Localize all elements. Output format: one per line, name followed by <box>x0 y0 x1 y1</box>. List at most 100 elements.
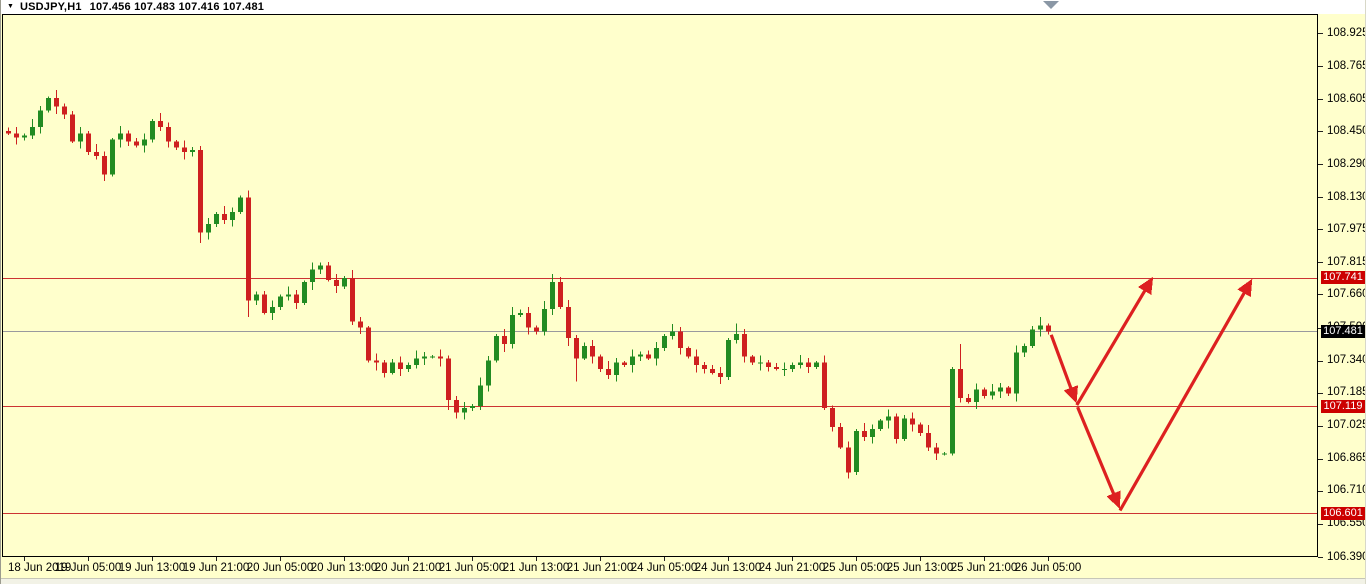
candle-body <box>830 408 835 427</box>
candle-body <box>38 111 43 128</box>
candle-body <box>934 448 939 454</box>
candle-body <box>838 427 843 448</box>
forecast-arrow[interactable] <box>1078 407 1119 505</box>
time-axis-tick <box>152 557 153 561</box>
candle-body <box>422 357 427 359</box>
forecast-arrow[interactable] <box>1051 335 1075 400</box>
mt4-chart-window: ▼ USDJPY,H1 107.456 107.483 107.416 107.… <box>0 0 1366 584</box>
candle-body <box>438 357 443 359</box>
candle-body <box>382 363 387 373</box>
candlestick-chart[interactable] <box>2 14 1318 557</box>
candle-body <box>846 448 851 473</box>
candle-body <box>334 280 339 286</box>
candle-body <box>582 346 587 358</box>
forecast-arrow[interactable] <box>1120 282 1250 510</box>
candle-body <box>446 359 451 400</box>
level-price-badge: 107.119 <box>1321 400 1365 413</box>
candle-body <box>254 295 259 301</box>
candle-body <box>678 332 683 349</box>
chart-plot-area[interactable] <box>2 14 1318 557</box>
candle-body <box>718 373 723 377</box>
candle-body <box>494 336 499 361</box>
price-axis[interactable]: 108.925108.765108.605108.450108.290108.1… <box>1318 14 1366 559</box>
price-axis-label: 107.815 <box>1327 256 1366 269</box>
candle-body <box>726 340 731 377</box>
candle-body <box>158 121 163 127</box>
candle-body <box>926 433 931 448</box>
time-axis-tick <box>664 557 665 561</box>
candle-body <box>278 297 283 307</box>
price-axis-tick <box>1318 459 1323 460</box>
time-axis-label: 21 Jun 05:00 <box>439 562 506 574</box>
candle-body <box>822 363 827 409</box>
candle-body <box>910 419 915 425</box>
ohlc-quote-label: 107.456 107.483 107.416 107.481 <box>90 1 264 13</box>
candle-body <box>990 392 995 396</box>
candle-body <box>206 224 211 232</box>
time-axis-label: 21 Jun 21:00 <box>567 562 634 574</box>
candle-body <box>54 98 59 106</box>
price-axis-label: 108.925 <box>1327 27 1366 40</box>
candle-body <box>766 363 771 367</box>
candle-body <box>302 282 307 303</box>
symbol-dropdown-icon[interactable]: ▼ <box>7 0 14 14</box>
candle-body <box>550 282 555 309</box>
time-axis-tick <box>728 557 729 561</box>
price-axis-label: 108.765 <box>1327 60 1366 73</box>
price-axis-tick <box>1318 262 1323 263</box>
price-axis-label: 108.130 <box>1327 191 1366 204</box>
price-axis-label: 106.865 <box>1327 452 1366 465</box>
candle-body <box>398 363 403 369</box>
candle-body <box>1014 352 1019 393</box>
price-axis-tick <box>1318 164 1323 165</box>
time-axis-tick <box>344 557 345 561</box>
price-axis-label: 108.290 <box>1327 158 1366 171</box>
candle-body <box>1030 330 1035 347</box>
candle-body <box>22 135 27 137</box>
chart-shift-marker-icon[interactable] <box>1043 1 1059 9</box>
candle-body <box>854 431 859 472</box>
candle-body <box>614 363 619 375</box>
time-axis-label: 20 Jun 21:00 <box>375 562 442 574</box>
candle-body <box>798 363 803 365</box>
time-axis-label: 25 Jun 13:00 <box>887 562 954 574</box>
candle-body <box>246 197 251 300</box>
candle-body <box>710 369 715 373</box>
price-axis-label: 107.975 <box>1327 223 1366 236</box>
price-axis-tick <box>1318 491 1323 492</box>
time-axis-tick <box>984 557 985 561</box>
candle-body <box>982 390 987 396</box>
candle-body <box>566 307 571 338</box>
candle-body <box>894 416 899 439</box>
time-axis-tick <box>216 557 217 561</box>
time-axis-tick <box>472 557 473 561</box>
candle-body <box>598 357 603 369</box>
time-axis-label: 26 Jun 05:00 <box>1015 562 1082 574</box>
time-axis-tick <box>88 557 89 561</box>
candle-body <box>702 365 707 369</box>
candle-body <box>134 142 139 146</box>
candle-body <box>126 133 131 141</box>
candle-body <box>502 336 507 344</box>
candle-body <box>734 334 739 340</box>
candle-body <box>1046 326 1051 332</box>
time-axis-tick <box>24 557 25 561</box>
candle-body <box>14 133 19 137</box>
candle-body <box>950 369 955 454</box>
candle-body <box>1022 346 1027 352</box>
candle-body <box>414 359 419 365</box>
level-price-badge: 107.741 <box>1321 271 1365 284</box>
symbol-period-label: USDJPY,H1 <box>20 1 82 13</box>
candle-body <box>238 197 243 212</box>
time-axis[interactable]: 18 Jun 201919 Jun 05:0019 Jun 13:0019 Ju… <box>0 557 1366 578</box>
candle-body <box>862 431 867 437</box>
price-axis-tick <box>1318 294 1323 295</box>
current-price-badge: 107.481 <box>1321 325 1365 338</box>
candle-body <box>86 133 91 152</box>
price-axis-label: 108.450 <box>1327 125 1366 138</box>
chart-title-bar: ▼ USDJPY,H1 107.456 107.483 107.416 107.… <box>0 0 1366 14</box>
candle-body <box>526 313 531 328</box>
forecast-arrow[interactable] <box>1077 280 1151 405</box>
candle-body <box>374 361 379 363</box>
price-axis-tick <box>1318 131 1323 132</box>
